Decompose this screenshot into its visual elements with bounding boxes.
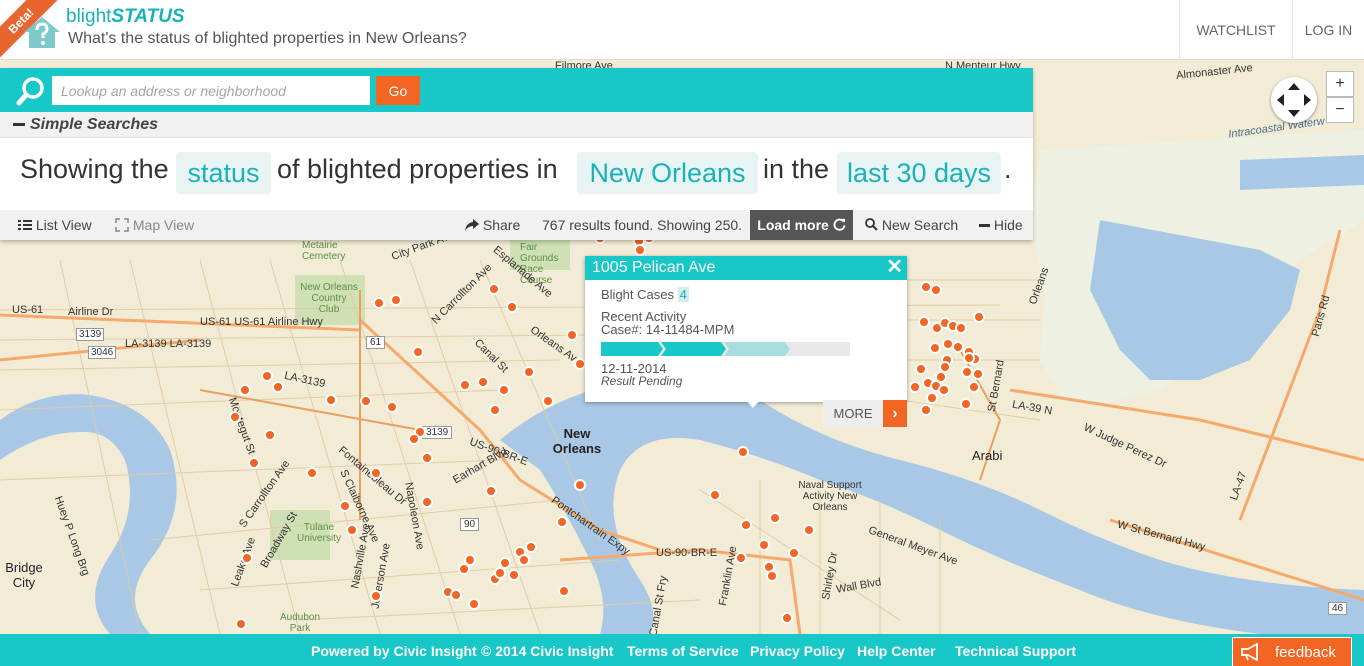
search-bar: Go bbox=[0, 68, 1033, 112]
hide-label: Hide bbox=[993, 217, 1023, 233]
progress-step-3 bbox=[724, 342, 790, 356]
results-count: 767 results found. Showing 250. bbox=[542, 217, 743, 233]
map-label: New Orleans bbox=[552, 426, 602, 456]
search-sentence: Showing the status of blighted propertie… bbox=[0, 138, 1033, 210]
new-search-button[interactable]: New Search bbox=[865, 210, 958, 240]
list-view-label: List View bbox=[35, 217, 92, 233]
map-view-label: Map View bbox=[132, 217, 195, 233]
case-number: Case#: 14-11484-MPM bbox=[601, 322, 735, 337]
house-question-icon bbox=[24, 17, 60, 48]
footer-help-link[interactable]: Help Center bbox=[857, 643, 936, 659]
footer-terms-link[interactable]: Terms of Service bbox=[627, 643, 739, 659]
brand-suffix: STATUS bbox=[111, 6, 185, 27]
map-label: US-61 US-61 Airline Hwy bbox=[200, 316, 323, 328]
map-view-tab[interactable]: Map View bbox=[115, 210, 194, 240]
chevron-right-icon[interactable]: › bbox=[883, 400, 907, 427]
progress-steps bbox=[601, 342, 790, 356]
share-button[interactable]: Share bbox=[465, 210, 520, 240]
footer-copyright: © 2014 Civic Insight bbox=[481, 643, 614, 659]
share-label: Share bbox=[482, 217, 521, 233]
map-label: 46 bbox=[1328, 602, 1348, 615]
map-pan-control[interactable] bbox=[1271, 77, 1317, 123]
property-popup: 1005 Pelican Ave ✕ Blight Cases 4 Recent… bbox=[585, 256, 907, 402]
case-progress-bar bbox=[601, 342, 850, 356]
status-dropdown[interactable]: status bbox=[176, 152, 271, 194]
simple-searches-label: Simple Searches bbox=[30, 116, 159, 133]
close-icon[interactable]: ✕ bbox=[886, 256, 903, 278]
map-label: Metairie Cemetery bbox=[302, 240, 346, 262]
more-button[interactable]: MORE bbox=[823, 400, 883, 427]
results-toolbar: List View Map View Share 767 results fou… bbox=[0, 210, 1033, 240]
period-dropdown[interactable]: last 30 days bbox=[837, 152, 1001, 194]
brand-prefix: blight bbox=[66, 6, 112, 27]
load-more-label: Load more bbox=[757, 217, 829, 233]
top-navbar: Beta! blightSTATUS What's the status of … bbox=[0, 0, 1364, 60]
new-search-label: New Search bbox=[881, 217, 959, 233]
blight-cases-row: Blight Cases 4 bbox=[601, 287, 689, 302]
map-label: 3046 bbox=[88, 346, 117, 359]
footer-support-link[interactable]: Technical Support bbox=[955, 643, 1076, 659]
zoom-in-button[interactable]: + bbox=[1326, 71, 1354, 97]
map-label: Tulane University bbox=[297, 522, 341, 544]
tagline: What's the status of blighted properties… bbox=[68, 30, 467, 47]
simple-searches-toggle[interactable]: Simple Searches bbox=[0, 112, 1033, 138]
footer-privacy-link[interactable]: Privacy Policy bbox=[750, 643, 845, 659]
popup-title: 1005 Pelican Ave bbox=[585, 256, 907, 280]
search-icon bbox=[16, 77, 44, 106]
map-label: US-61 bbox=[12, 304, 44, 316]
zoom-out-button[interactable]: − bbox=[1326, 97, 1354, 123]
location-dropdown[interactable]: New Orleans bbox=[577, 152, 758, 194]
popup-pointer bbox=[744, 398, 762, 408]
navigation-compass-icon bbox=[1277, 83, 1311, 117]
sentence-prefix: Showing the bbox=[20, 154, 169, 184]
feedback-button[interactable]: feedback bbox=[1232, 637, 1352, 666]
map-label: New Orleans Country Club bbox=[300, 282, 358, 315]
list-view-tab[interactable]: List View bbox=[18, 210, 92, 240]
map-label: 90 bbox=[460, 518, 480, 531]
footer-powered-by[interactable]: Powered by Civic Insight bbox=[311, 643, 477, 659]
login-link[interactable]: LOG IN bbox=[1292, 0, 1364, 60]
map-label: Arabi bbox=[972, 448, 1003, 463]
load-more-button[interactable]: Load more bbox=[750, 210, 853, 240]
hide-button[interactable]: Hide bbox=[979, 210, 1023, 240]
footer: Powered by Civic Insight © 2014 Civic In… bbox=[0, 634, 1364, 666]
minus-icon bbox=[13, 123, 25, 126]
expand-icon bbox=[115, 218, 129, 232]
feedback-label: feedback bbox=[1275, 644, 1336, 661]
map-label: LA-3139 LA-3139 bbox=[125, 338, 212, 350]
search-panel: Go Simple Searches Showing the status of… bbox=[0, 68, 1033, 240]
minus-icon bbox=[979, 224, 990, 227]
search-input[interactable] bbox=[52, 76, 370, 105]
progress-step-1 bbox=[601, 342, 663, 356]
map-label: Naval Support Activity New Orleans bbox=[798, 480, 862, 513]
progress-step-2 bbox=[661, 342, 726, 356]
magnifier-icon bbox=[865, 218, 878, 231]
watchlist-link[interactable]: WATCHLIST bbox=[1179, 0, 1292, 60]
blight-cases-count[interactable]: 4 bbox=[677, 287, 689, 302]
sentence-end: . bbox=[1004, 154, 1012, 184]
refresh-icon bbox=[833, 218, 846, 231]
map-label: 3139 bbox=[422, 426, 453, 439]
map-label: Bridge City bbox=[5, 560, 43, 590]
map-label: Airline Dr bbox=[68, 306, 114, 318]
map-label: Audubon Park bbox=[280, 612, 321, 634]
megaphone-icon bbox=[1241, 643, 1258, 661]
case-result: Result Pending bbox=[601, 374, 683, 388]
map-label: 3139 bbox=[76, 328, 105, 341]
sentence-in-the: in the bbox=[763, 154, 830, 184]
blight-cases-label: Blight Cases bbox=[601, 287, 674, 302]
map-label: US-90-BR-E bbox=[656, 547, 718, 559]
brand-logo-text[interactable]: blightSTATUS bbox=[66, 6, 185, 28]
share-icon bbox=[465, 219, 479, 231]
map-label: 61 bbox=[366, 336, 386, 349]
list-icon bbox=[18, 220, 32, 230]
sentence-middle: of blighted properties in bbox=[277, 154, 558, 184]
go-button[interactable]: Go bbox=[376, 76, 420, 105]
